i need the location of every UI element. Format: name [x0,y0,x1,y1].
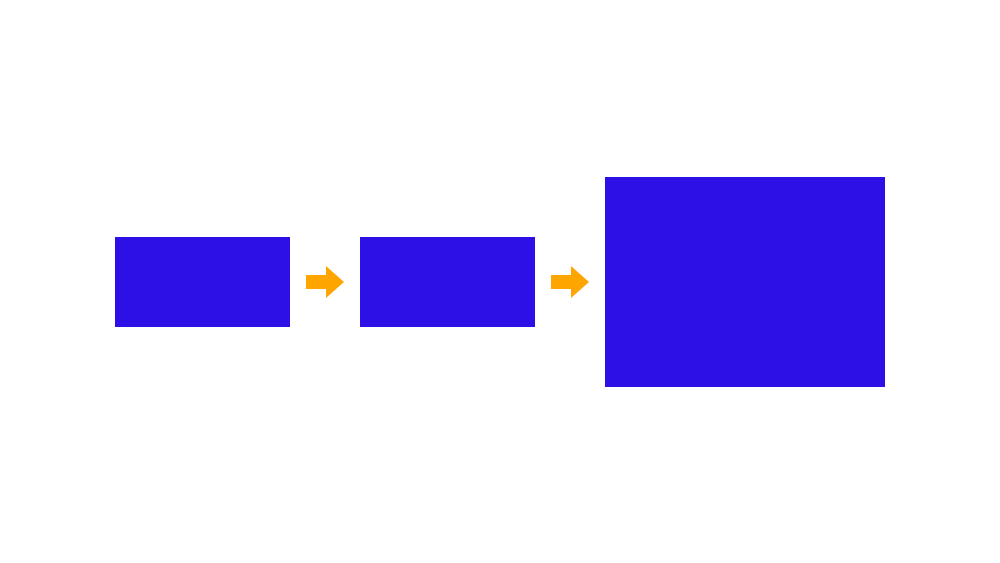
flow-diagram [0,0,1000,563]
arrow-wrapper-1 [290,262,360,302]
flow-block-2 [360,237,535,327]
arrow-wrapper-2 [535,262,605,302]
flow-block-3 [605,177,885,387]
arrow-right-icon [302,262,348,302]
flow-block-1 [115,237,290,327]
arrow-right-icon [547,262,593,302]
flow-row [115,177,885,387]
